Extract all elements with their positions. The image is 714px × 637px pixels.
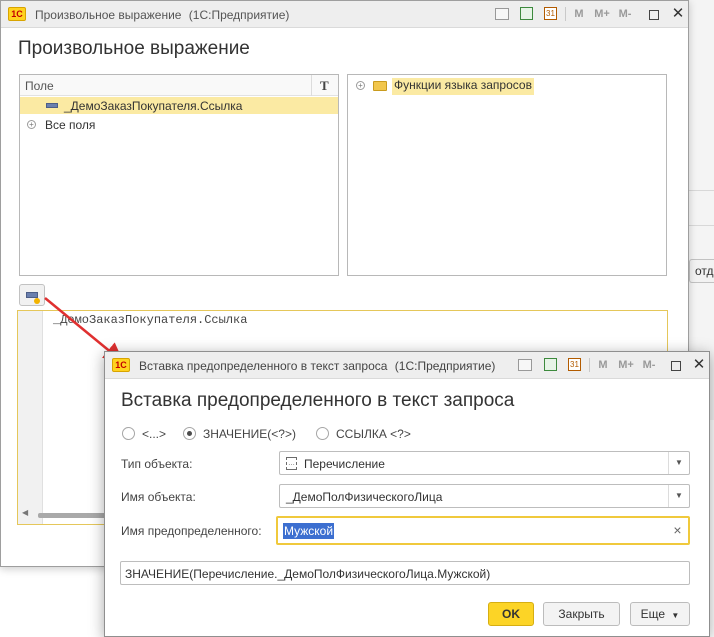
chevron-down-icon[interactable]: ▼ — [668, 452, 689, 474]
enum-icon: … — [286, 457, 297, 470]
predefined-name-field[interactable]: Мужской × — [276, 516, 690, 545]
memory-m-button[interactable]: M — [594, 357, 612, 373]
predefined-name-label: Имя предопределенного: — [121, 524, 262, 538]
close-icon[interactable]: ✕ — [690, 357, 708, 373]
object-name-label: Имя объекта: — [121, 490, 196, 504]
object-name-field[interactable]: _ДемоПолФизическогоЛица ▼ — [279, 484, 690, 508]
object-type-field[interactable]: … Перечисление ▼ — [279, 451, 690, 475]
more-button-label: Еще — [640, 607, 666, 621]
radio-any-label[interactable]: <...> — [142, 427, 166, 441]
radio-value-label[interactable]: ЗНАЧЕНИЕ(<?>) — [203, 427, 296, 441]
radio-any[interactable] — [122, 427, 135, 440]
close-button[interactable]: Закрыть — [543, 602, 620, 626]
radio-ref-label[interactable]: ССЫЛКА <?> — [336, 427, 411, 441]
calendar-icon[interactable]: 31 — [568, 358, 581, 371]
calculator-icon[interactable] — [544, 358, 557, 371]
chevron-down-icon[interactable]: ▼ — [668, 485, 689, 507]
titlebar-separator — [589, 358, 590, 372]
chevron-down-icon: ▼ — [671, 611, 680, 620]
more-button[interactable]: Еще ▼ — [630, 602, 690, 626]
app-logo-icon: 1С — [112, 358, 130, 372]
radio-ref[interactable] — [316, 427, 329, 440]
clear-icon[interactable]: × — [667, 518, 688, 543]
result-expression-field[interactable]: ЗНАЧЕНИЕ(Перечисление._ДемоПолФизическог… — [120, 561, 690, 585]
document-icon[interactable] — [518, 359, 532, 371]
radio-value[interactable] — [183, 427, 196, 440]
insert-predefined-dialog: 1С Вставка предопределенного в текст зап… — [104, 351, 710, 637]
dialog-title: Вставка предопределенного в текст запрос… — [139, 359, 496, 373]
dialog-header: Вставка предопределенного в текст запрос… — [121, 390, 515, 411]
memory-plus-button[interactable]: M+ — [617, 357, 635, 373]
result-expression-value: ЗНАЧЕНИЕ(Перечисление._ДемоПолФизическог… — [125, 567, 491, 581]
maximize-icon[interactable] — [671, 361, 681, 371]
dialog-titlebar: 1С Вставка предопределенного в текст зап… — [105, 352, 709, 379]
ok-button[interactable]: OK — [488, 602, 534, 626]
object-type-value: Перечисление — [304, 457, 385, 471]
object-name-value: _ДемоПолФизическогоЛица — [286, 490, 443, 504]
predefined-name-value: Мужской — [283, 523, 335, 539]
object-type-label: Тип объекта: — [121, 457, 193, 471]
memory-minus-button[interactable]: M- — [640, 357, 658, 373]
